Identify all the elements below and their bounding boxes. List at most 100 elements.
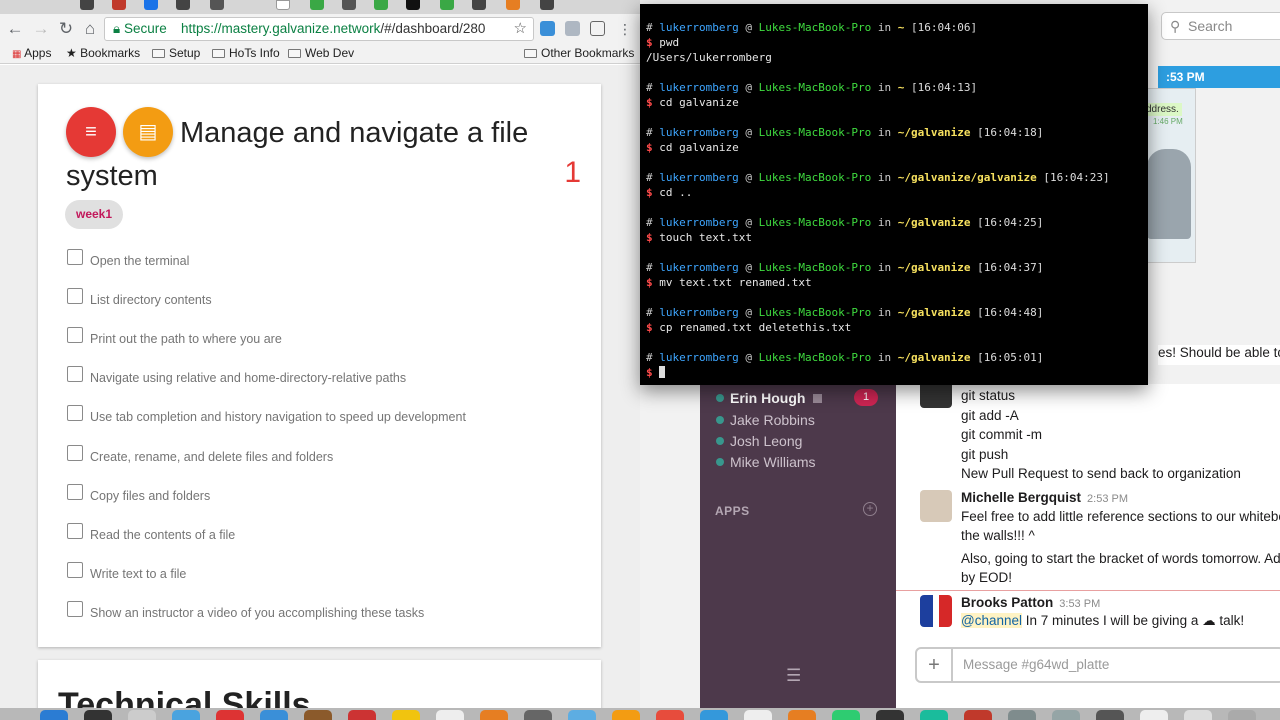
slack-sidebar: Erin Hough 1 Jake Robbins Josh Leong Mik… (700, 384, 896, 708)
home-icon[interactable]: ⌂ (79, 18, 101, 40)
tab-icon[interactable] (374, 0, 388, 10)
dock-app-icon[interactable] (656, 710, 684, 720)
prompt-time: [16:04:06] (904, 21, 978, 34)
dock-app-icon[interactable] (964, 710, 992, 720)
tab-icon[interactable] (210, 0, 224, 10)
apps-bookmark[interactable]: ▦ Apps (12, 46, 51, 60)
dock-app-icon[interactable] (1096, 710, 1124, 720)
add-attachment-icon[interactable]: + (917, 649, 953, 681)
dm-josh-leong[interactable]: Josh Leong (716, 433, 802, 449)
web-dev-bookmark[interactable]: Web Dev (288, 46, 354, 60)
dock-app-icon[interactable] (1140, 710, 1168, 720)
task-checkbox[interactable] (67, 405, 83, 422)
task-checkbox[interactable] (67, 483, 83, 500)
message-author[interactable]: Michelle Bergquist 2:53 PM (961, 490, 1128, 505)
search-icon: ⚲ (1170, 18, 1181, 34)
dock-app-icon[interactable] (216, 710, 244, 720)
bookmark-star-icon[interactable]: ☆ (514, 18, 527, 40)
dm-jake-robbins[interactable]: Jake Robbins (716, 412, 815, 428)
dock-app-icon[interactable] (1052, 710, 1080, 720)
message-time[interactable]: 2:53 PM (1087, 493, 1128, 505)
task-checkbox[interactable] (67, 249, 83, 265)
slack-search-input[interactable]: ⚲ Search (1161, 12, 1280, 40)
bookmarks-bookmark[interactable]: ★ Bookmarks (66, 46, 140, 60)
tab-icon[interactable] (342, 0, 356, 10)
tab-strip[interactable] (0, 0, 640, 14)
dock-app-icon[interactable] (40, 710, 68, 720)
dock-app-icon[interactable] (1184, 710, 1212, 720)
dock-app-icon[interactable] (260, 710, 288, 720)
message-author[interactable]: Brooks Patton 3:53 PM (961, 595, 1100, 610)
extension-icon[interactable] (540, 21, 555, 36)
week-chip[interactable]: week1 (65, 200, 124, 229)
dock-app-icon[interactable] (480, 710, 508, 720)
dock-app-icon[interactable] (920, 710, 948, 720)
task-checkbox[interactable] (67, 522, 83, 539)
dock-app-icon[interactable] (788, 710, 816, 720)
prompt-at: @ (738, 351, 759, 364)
new-messages-banner[interactable]: :53 PM (1158, 66, 1280, 88)
active-tab[interactable] (276, 0, 290, 10)
prompt-dollar: $ (646, 231, 660, 244)
dock-app-icon[interactable] (568, 710, 596, 720)
task-checkbox[interactable] (67, 288, 83, 305)
dm-mike-williams[interactable]: Mike Williams (716, 454, 816, 470)
menu-dots-icon[interactable]: ⋮ (614, 18, 636, 40)
dm-erin-hough[interactable]: Erin Hough (716, 390, 823, 406)
back-icon[interactable]: ← (4, 18, 26, 40)
dock-app-icon[interactable] (1008, 710, 1036, 720)
github-tab-icon[interactable] (80, 0, 94, 10)
cast-icon[interactable] (590, 21, 605, 36)
reload-icon[interactable]: ↻ (55, 18, 77, 40)
apps-header[interactable]: APPS (715, 504, 750, 518)
dock-app-icon[interactable] (744, 710, 772, 720)
dock-app-icon[interactable] (612, 710, 640, 720)
address-bar[interactable]: 🔒︎ Secure https://mastery.galvanize.netw… (104, 17, 534, 41)
secure-indicator[interactable]: 🔒︎ Secure (113, 18, 167, 40)
dock-app-icon[interactable] (436, 710, 464, 720)
avatar[interactable] (920, 384, 952, 408)
dock-app-icon[interactable] (1228, 710, 1256, 720)
dock-app-icon[interactable] (876, 710, 904, 720)
task-checkbox[interactable] (67, 444, 83, 461)
dock-app-icon[interactable] (172, 710, 200, 720)
github-tab-icon[interactable] (472, 0, 486, 10)
task-checkbox[interactable] (67, 561, 83, 578)
github-tab-icon[interactable] (176, 0, 190, 10)
task-checkbox[interactable] (67, 366, 83, 383)
setup-bookmark[interactable]: Setup (152, 46, 200, 60)
add-app-icon[interactable]: + (863, 502, 877, 516)
channel-mention[interactable]: @channel (961, 613, 1022, 628)
dock-app-icon[interactable] (700, 710, 728, 720)
tab-icon[interactable] (440, 0, 454, 10)
terminal-cursor[interactable] (659, 366, 666, 378)
dock-app-icon[interactable] (832, 710, 860, 720)
dock-app-icon[interactable] (348, 710, 376, 720)
hots-info-bookmark[interactable]: HoTs Info (212, 46, 280, 60)
github-tab-icon[interactable] (540, 0, 554, 10)
tab-icon[interactable] (144, 0, 158, 10)
tab-icon[interactable] (506, 0, 520, 10)
tab-icon[interactable] (406, 0, 420, 10)
avatar[interactable] (920, 595, 952, 627)
other-bookmarks[interactable]: Other Bookmarks (524, 46, 634, 60)
terminal-window[interactable]: # lukerromberg @ Lukes-MacBook-Pro in ~ … (640, 4, 1148, 385)
dock-app-icon[interactable] (392, 710, 420, 720)
tab-icon[interactable] (310, 0, 324, 10)
url-text[interactable]: https://mastery.galvanize.network/#/dash… (181, 18, 485, 40)
dock-app-icon[interactable] (84, 710, 112, 720)
gmail-tab-icon[interactable] (112, 0, 126, 10)
dock-app-icon[interactable] (304, 710, 332, 720)
filter-icon[interactable]: ☰ (786, 666, 801, 686)
image-preview[interactable]: ddress. 1:46 PM (1140, 88, 1196, 263)
dock-app-icon[interactable] (524, 710, 552, 720)
task-checkbox[interactable] (67, 327, 83, 344)
avatar[interactable] (920, 490, 952, 522)
skype-icon[interactable] (565, 21, 580, 36)
message-time[interactable]: 3:53 PM (1059, 598, 1100, 610)
forward-icon[interactable]: → (30, 18, 52, 40)
folder-icon (152, 49, 165, 58)
task-checkbox[interactable] (67, 600, 83, 617)
dock-app-icon[interactable] (128, 710, 156, 720)
message-composer[interactable]: + Message #g64wd_platte (915, 647, 1280, 683)
